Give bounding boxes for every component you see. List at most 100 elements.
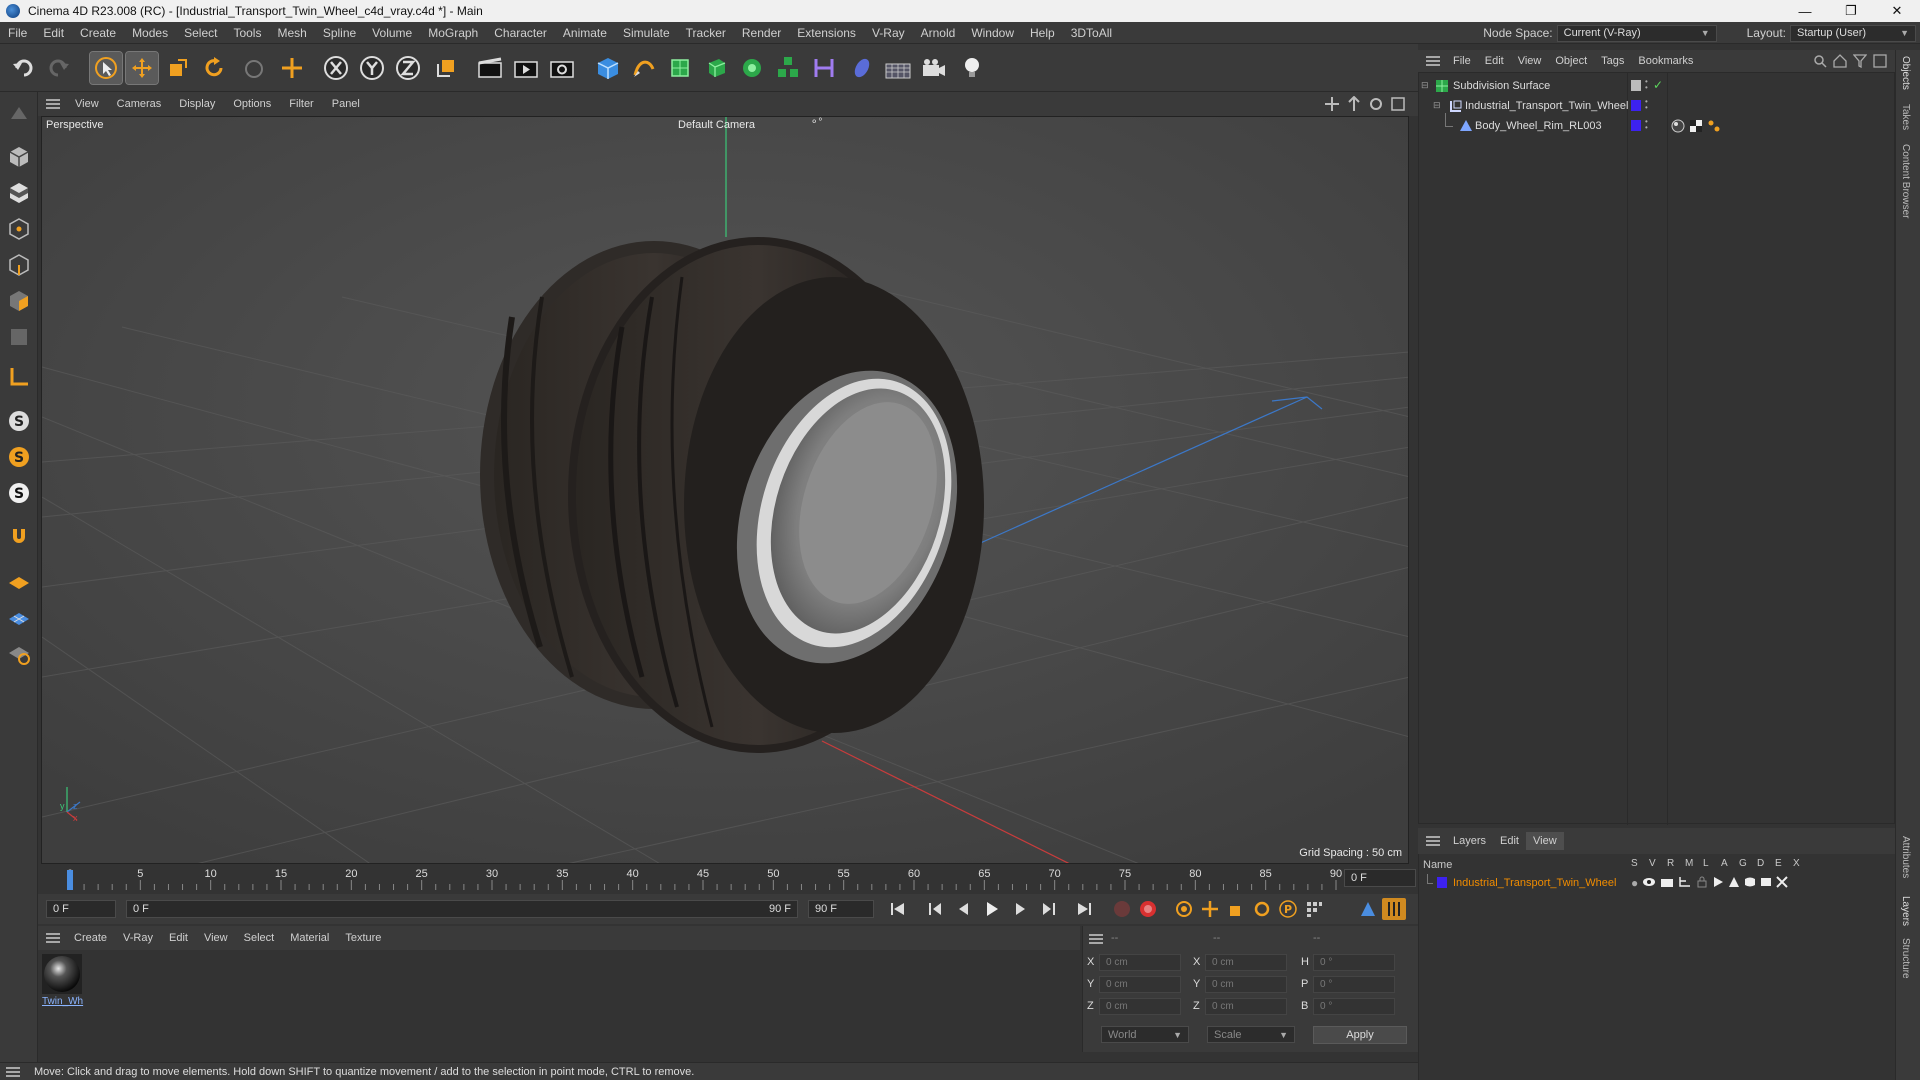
- perspective-viewport[interactable]: Perspective Default Camera ⚬° Grid Spaci…: [41, 116, 1409, 864]
- side-tab-structure[interactable]: Structure: [1900, 938, 1911, 979]
- hamburger-menu-icon[interactable]: [1418, 56, 1446, 66]
- viewport-menu-cameras[interactable]: Cameras: [108, 98, 171, 110]
- make-editable-button[interactable]: [4, 98, 34, 128]
- expression-icon[interactable]: [1760, 876, 1772, 890]
- material-menu-material[interactable]: Material: [282, 932, 337, 944]
- object-menu-edit[interactable]: Edit: [1478, 55, 1511, 67]
- object-menu-tags[interactable]: Tags: [1594, 55, 1631, 67]
- menu-select[interactable]: Select: [176, 26, 225, 40]
- layout-dropdown[interactable]: Startup (User) ▼: [1790, 24, 1916, 42]
- layer-menu-edit[interactable]: Edit: [1493, 835, 1526, 847]
- render-clapper-icon[interactable]: [1660, 876, 1674, 890]
- deformer-button[interactable]: [808, 52, 840, 84]
- generator-icon[interactable]: [1728, 876, 1740, 890]
- object-menu-bookmarks[interactable]: Bookmarks: [1631, 55, 1700, 67]
- home-icon[interactable]: [1833, 54, 1847, 68]
- menu-vray[interactable]: V-Ray: [864, 26, 913, 40]
- eye-icon[interactable]: [1642, 876, 1656, 890]
- menu-simulate[interactable]: Simulate: [615, 26, 678, 40]
- menu-tracker[interactable]: Tracker: [678, 26, 734, 40]
- workplane-button[interactable]: [4, 566, 34, 596]
- coordinate-system-button[interactable]: [430, 52, 462, 84]
- material-menu-texture[interactable]: Texture: [337, 932, 389, 944]
- transform-tool-button[interactable]: [276, 52, 308, 84]
- maximize-view-icon[interactable]: [1390, 96, 1406, 112]
- material-menu-vray[interactable]: V-Ray: [115, 932, 161, 944]
- solo-dot-icon[interactable]: ●: [1631, 876, 1638, 890]
- light-button[interactable]: [956, 52, 988, 84]
- collapse-icon[interactable]: ⊟: [1421, 80, 1429, 91]
- search-icon[interactable]: [1813, 54, 1827, 68]
- lock-icon[interactable]: [1696, 876, 1708, 890]
- redo-button[interactable]: [42, 52, 74, 84]
- hamburger-menu-icon[interactable]: [0, 1066, 34, 1077]
- layer-color-swatch[interactable]: [1437, 877, 1447, 888]
- snap-button[interactable]: S: [4, 406, 34, 436]
- previous-key-button[interactable]: [924, 898, 948, 920]
- menu-edit[interactable]: Edit: [35, 26, 72, 40]
- material-menu-create[interactable]: Create: [66, 932, 115, 944]
- model-mode-button[interactable]: [4, 142, 34, 172]
- minimize-button[interactable]: —: [1782, 0, 1828, 22]
- current-frame-field[interactable]: 0 F: [1344, 869, 1416, 887]
- cube-primitive-button[interactable]: [592, 52, 624, 84]
- hamburger-menu-icon[interactable]: [1089, 934, 1103, 944]
- autokeying-button[interactable]: [1136, 898, 1160, 920]
- layer-row[interactable]: Industrial_Transport_Twin_Wheel ●: [1419, 874, 1896, 892]
- pos-z-field[interactable]: 0 cm: [1099, 998, 1181, 1015]
- viewport-menu-options[interactable]: Options: [224, 98, 280, 110]
- key-pla-button[interactable]: [1302, 898, 1326, 920]
- edge-mode-button[interactable]: [4, 250, 34, 280]
- menu-3dtoall[interactable]: 3DToAll: [1063, 26, 1120, 40]
- pos-x-field[interactable]: 0 cm: [1099, 954, 1181, 971]
- locked-workplane-button[interactable]: [4, 638, 34, 668]
- playhead[interactable]: [67, 870, 73, 890]
- rotate-view-icon[interactable]: [1368, 96, 1384, 112]
- visibility-dots-icon[interactable]: • •: [1645, 98, 1648, 112]
- timeline-button[interactable]: [1382, 898, 1406, 920]
- hamburger-menu-icon[interactable]: [38, 99, 66, 109]
- menu-animate[interactable]: Animate: [555, 26, 615, 40]
- visibility-dots-icon[interactable]: • •: [1645, 118, 1648, 132]
- viewport-menu-panel[interactable]: Panel: [323, 98, 369, 110]
- menu-tools[interactable]: Tools: [225, 26, 269, 40]
- scale-tool-button[interactable]: [162, 52, 194, 84]
- rot-b-field[interactable]: 0 °: [1313, 998, 1395, 1015]
- uv-mode-button[interactable]: [4, 322, 34, 352]
- rotate-tool-button[interactable]: [198, 52, 230, 84]
- hamburger-menu-icon[interactable]: [38, 933, 66, 943]
- subdivision-surface-button[interactable]: [664, 52, 696, 84]
- deformer-icon[interactable]: [1744, 876, 1756, 890]
- pos-y-field[interactable]: 0 cm: [1099, 976, 1181, 993]
- menu-render[interactable]: Render: [734, 26, 789, 40]
- layer-menu-view[interactable]: View: [1526, 832, 1564, 850]
- checker-tag-icon[interactable]: [1689, 119, 1703, 133]
- object-menu-view[interactable]: View: [1511, 55, 1549, 67]
- side-tab-objects[interactable]: Objects: [1900, 56, 1911, 90]
- texture-mode-button[interactable]: [4, 178, 34, 208]
- viewport-menu-display[interactable]: Display: [170, 98, 224, 110]
- pan-view-icon[interactable]: [1324, 96, 1340, 112]
- viewport-menu-view[interactable]: View: [66, 98, 108, 110]
- apply-button[interactable]: Apply: [1313, 1026, 1407, 1044]
- manager-hierarchy-icon[interactable]: [1678, 876, 1692, 890]
- object-row[interactable]: ⊟ Subdivision Surface • • ✓: [1419, 77, 1896, 97]
- enabled-check-icon[interactable]: ✓: [1653, 78, 1663, 92]
- floor-button[interactable]: [882, 52, 914, 84]
- grid-plane-button[interactable]: [4, 602, 34, 632]
- object-menu-file[interactable]: File: [1446, 55, 1478, 67]
- layer-name[interactable]: Industrial_Transport_Twin_Wheel: [1453, 877, 1616, 889]
- record-active-objects-button[interactable]: [1110, 898, 1134, 920]
- rot-h-field[interactable]: 0 °: [1313, 954, 1395, 971]
- previous-frame-button[interactable]: [952, 898, 976, 920]
- move-tool-button[interactable]: [125, 51, 159, 85]
- field-button[interactable]: [846, 52, 878, 84]
- material-thumbnail[interactable]: Twin_Wh: [42, 954, 83, 1007]
- size-z-field[interactable]: 0 cm: [1205, 998, 1287, 1015]
- object-row[interactable]: ⊟ Industrial_Transport_Twin_Wheel • •: [1419, 97, 1896, 117]
- new-window-icon[interactable]: [1873, 54, 1887, 68]
- transform-mode-dropdown[interactable]: Scale ▼: [1207, 1026, 1295, 1043]
- camera-link-icon[interactable]: ⚬°: [810, 117, 822, 128]
- render-view-button[interactable]: [474, 52, 506, 84]
- x-axis-lock-button[interactable]: [320, 52, 352, 84]
